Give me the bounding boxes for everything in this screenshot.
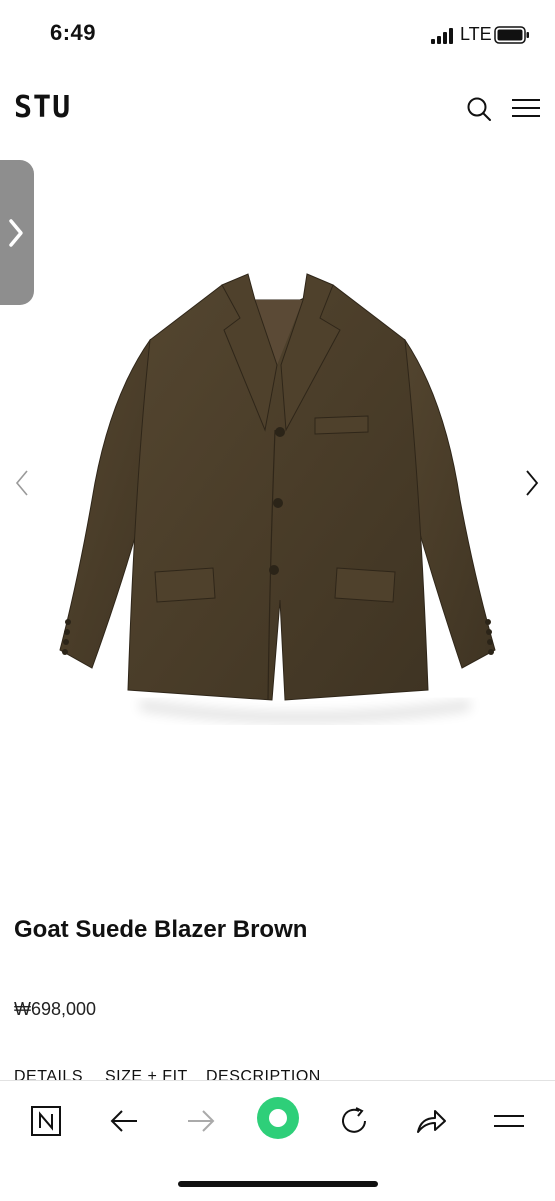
battery-icon <box>494 26 529 44</box>
toolbar-menu-button[interactable] <box>489 1101 529 1141</box>
tab-details[interactable]: DETAILS <box>14 1068 83 1080</box>
product-price: ₩698,000 <box>14 999 97 1019</box>
refresh-button[interactable] <box>334 1101 374 1141</box>
green-dot-icon <box>257 1097 299 1139</box>
side-panel-tab[interactable] <box>0 160 34 305</box>
tab-description[interactable]: DESCRIPTION <box>206 1068 321 1080</box>
chevron-left-icon[interactable] <box>12 468 32 498</box>
chevron-right-icon <box>9 219 23 247</box>
share-button[interactable] <box>411 1101 451 1141</box>
tab-size-fit[interactable]: SIZE + FIT <box>105 1068 188 1080</box>
back-arrow-icon <box>110 1110 137 1132</box>
product-image <box>59 273 496 723</box>
share-icon <box>417 1110 446 1133</box>
back-button[interactable] <box>104 1101 144 1141</box>
refresh-icon <box>342 1107 366 1133</box>
menu-icon[interactable] <box>511 98 541 118</box>
search-icon[interactable] <box>466 96 492 122</box>
site-logo[interactable]: STU <box>14 90 71 125</box>
n-home-icon <box>31 1106 61 1136</box>
forward-button[interactable] <box>181 1101 221 1141</box>
forward-arrow-icon <box>188 1110 215 1132</box>
menu-icon <box>494 1115 524 1127</box>
signal-icon <box>431 28 453 44</box>
status-bar: 6:49 LTE <box>0 0 555 72</box>
home-indicator <box>178 1181 378 1187</box>
green-dot-button[interactable] <box>257 1097 299 1139</box>
product-info-tabs: DETAILS SIZE + FIT DESCRIPTION <box>14 1068 534 1080</box>
n-home-button[interactable] <box>26 1101 66 1141</box>
product-title: Goat Suede Blazer Brown <box>14 916 308 943</box>
chevron-right-icon[interactable] <box>522 468 542 498</box>
status-time: 6:49 <box>50 20 97 45</box>
network-label: LTE <box>460 24 492 44</box>
